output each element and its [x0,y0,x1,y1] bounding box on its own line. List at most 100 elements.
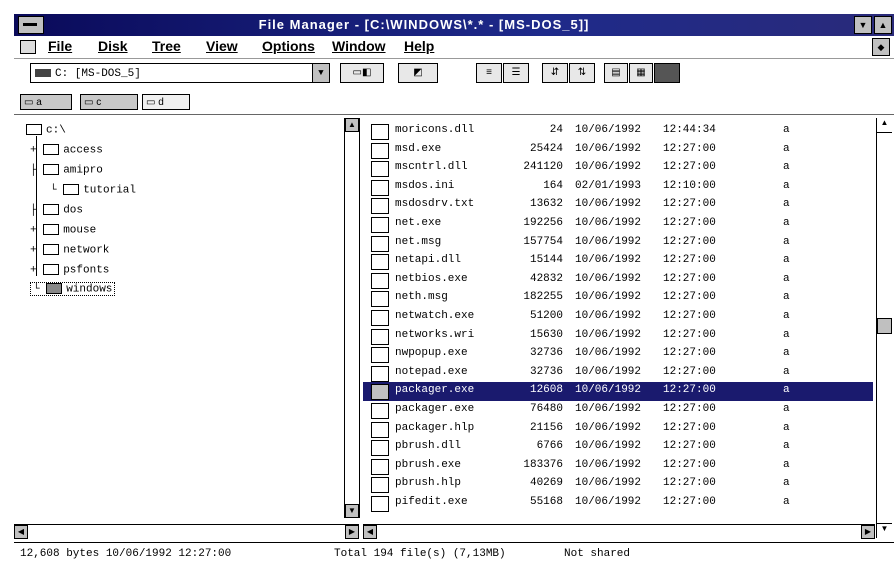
menu-view[interactable]: View [206,38,238,54]
sort-by-date-button[interactable]: ▦ [629,63,653,83]
file-row[interactable]: neth.msg 182255 10/06/1992 12:27:00 a [363,289,873,308]
tree-item-label: c:\ [46,124,66,137]
tree-item-tutorial[interactable]: └ tutorial [50,184,136,196]
file-name: networks.wri [395,328,475,341]
tree-item-network[interactable]: + network [30,244,109,256]
drive-d-label: d [158,97,164,108]
drive-c-button[interactable]: ▭ c [80,94,138,110]
file-size: 32736 [529,347,563,360]
scroll-thumb[interactable] [877,318,892,334]
document-icon [371,179,389,196]
menu-tree[interactable]: Tree [152,38,181,54]
scroll-left-icon[interactable]: ◀ [14,525,28,539]
file-date: 10/06/1992 [575,347,642,360]
file-row[interactable]: msdosdrv.txt 13632 10/06/1992 12:27:00 a [363,196,873,215]
tree-item-label: mouse [63,224,97,237]
drive-d-button[interactable]: ▭ d [142,94,190,110]
file-row[interactable]: packager.exe 76480 10/06/1992 12:27:00 a [363,401,873,420]
file-row[interactable]: packager.hlp 21156 10/06/1992 12:27:00 a [363,420,873,439]
menu-file[interactable]: File [48,38,72,54]
scroll-right-icon[interactable]: ▶ [861,525,875,539]
tree-item-amipro[interactable]: ├ amipro [30,164,103,176]
tree-horizontal-scrollbar[interactable]: ◀ ▶ [14,524,359,539]
file-time: 12:27:00 [663,198,716,211]
view-name-button[interactable]: ≡ [476,63,502,83]
menu-window[interactable]: Window [332,38,386,54]
status-total: Total 194 file(s) (7,13MB) [334,548,506,560]
tree-item-label: dos [63,204,84,217]
tree-vertical-scrollbar[interactable]: ▲ ▼ [344,118,359,518]
file-size: 183376 [523,458,563,471]
file-list-horizontal-scrollbar[interactable]: ◀ ▶ [363,524,875,539]
chevron-down-icon[interactable]: ▼ [312,64,329,82]
title-bar[interactable]: File Manager - [C:\WINDOWS\*.* - [MS-DOS… [14,14,894,36]
file-row[interactable]: networks.wri 15630 10/06/1992 12:27:00 a [363,327,873,346]
directory-tree: c:\ + access ├ amipro └ tutorial ├ dos +… [14,118,360,518]
drive-a-button[interactable]: ▭ a [20,94,72,110]
file-name: pbrush.dll [395,440,462,453]
file-row[interactable]: net.exe 192256 10/06/1992 12:27:00 a [363,215,873,234]
file-size: 25424 [529,142,563,155]
scroll-down-icon[interactable]: ▼ [345,504,359,518]
file-date: 10/06/1992 [575,477,642,490]
disconnect-drive-button[interactable]: ◩ [398,63,438,83]
file-size: 12608 [529,384,563,397]
status-shared: Not shared [564,548,631,560]
view-details-button[interactable]: ☰ [503,63,529,83]
file-row[interactable]: netwatch.exe 51200 10/06/1992 12:27:00 a [363,308,873,327]
file-row[interactable]: msdos.ini 164 02/01/1993 12:10:00 a [363,178,873,197]
connect-network-drive-button[interactable]: ▭◧ [340,63,384,83]
file-row[interactable]: pifedit.exe 55168 10/06/1992 12:27:00 a [363,494,873,513]
file-date: 10/06/1992 [575,124,642,136]
file-row[interactable]: mscntrl.dll 241120 10/06/1992 12:27:00 a [363,159,873,178]
new-window-button[interactable] [654,63,680,83]
sort-by-name-button[interactable]: ⇵ [542,63,568,83]
file-name: net.exe [395,217,442,229]
tree-item-root[interactable]: c:\ [26,124,66,136]
file-list-vertical-scrollbar[interactable]: ▲ ▼ [876,118,893,538]
document-icon [371,403,389,419]
file-row[interactable]: netapi.dll 15144 10/06/1992 12:27:00 a [363,252,873,271]
scroll-left-icon[interactable]: ◀ [363,525,377,539]
tree-item-dos[interactable]: ├ dos [30,204,83,216]
file-time: 12:27:00 [663,235,716,248]
file-time: 12:27:00 [663,161,716,174]
file-row[interactable]: net.msg 157754 10/06/1992 12:27:00 a [363,234,873,253]
file-row[interactable]: nwpopup.exe 32736 10/06/1992 12:27:00 a [363,345,873,364]
tree-item-mouse[interactable]: + mouse [30,224,96,236]
drive-select[interactable]: C: [MS-DOS_5] ▼ [30,63,330,83]
document-control-icon[interactable] [20,40,36,54]
file-time: 12:27:00 [663,142,716,155]
sort-by-type-button[interactable]: ⇅ [569,63,595,83]
menu-options[interactable]: Options [262,38,315,54]
minimize-icon[interactable]: ▼ [854,16,872,34]
file-row[interactable]: moricons.dll 24 10/06/1992 12:44:34 a [363,122,873,141]
menu-disk[interactable]: Disk [98,38,128,54]
file-name: msdos.ini [395,179,455,192]
tree-item-psfonts[interactable]: + psfonts [30,264,109,276]
tree-item-access[interactable]: + access [30,144,103,156]
restore-icon[interactable]: ◆ [872,38,890,56]
folder-icon [43,144,60,155]
file-row[interactable]: notepad.exe 32736 10/06/1992 12:27:00 a [363,364,873,383]
menu-help[interactable]: Help [404,38,434,54]
maximize-icon[interactable]: ▲ [874,16,892,34]
scroll-up-icon[interactable]: ▲ [345,118,359,132]
file-row[interactable]: pbrush.exe 183376 10/06/1992 12:27:00 a [363,457,873,476]
file-row[interactable]: netbios.exe 42832 10/06/1992 12:27:00 a [363,271,873,290]
file-attributes: a [783,198,790,211]
file-attributes: a [783,272,790,285]
file-row[interactable]: packager.exe 12608 10/06/1992 12:27:00 a [363,382,873,402]
file-date: 10/06/1992 [575,403,642,415]
file-time: 12:10:00 [663,179,716,192]
tree-item-windows[interactable]: └ windows [30,282,116,297]
file-name: netapi.dll [395,254,462,267]
scroll-down-icon[interactable]: ▼ [877,523,892,538]
sort-by-size-button[interactable]: ▤ [604,63,628,83]
file-row[interactable]: pbrush.hlp 40269 10/06/1992 12:27:00 a [363,475,873,494]
file-row[interactable]: pbrush.dll 6766 10/06/1992 12:27:00 a [363,438,873,457]
scroll-up-icon[interactable]: ▲ [877,118,892,133]
scroll-right-icon[interactable]: ▶ [345,525,359,539]
file-row[interactable]: msd.exe 25424 10/06/1992 12:27:00 a [363,141,873,160]
file-name: notepad.exe [395,365,468,378]
